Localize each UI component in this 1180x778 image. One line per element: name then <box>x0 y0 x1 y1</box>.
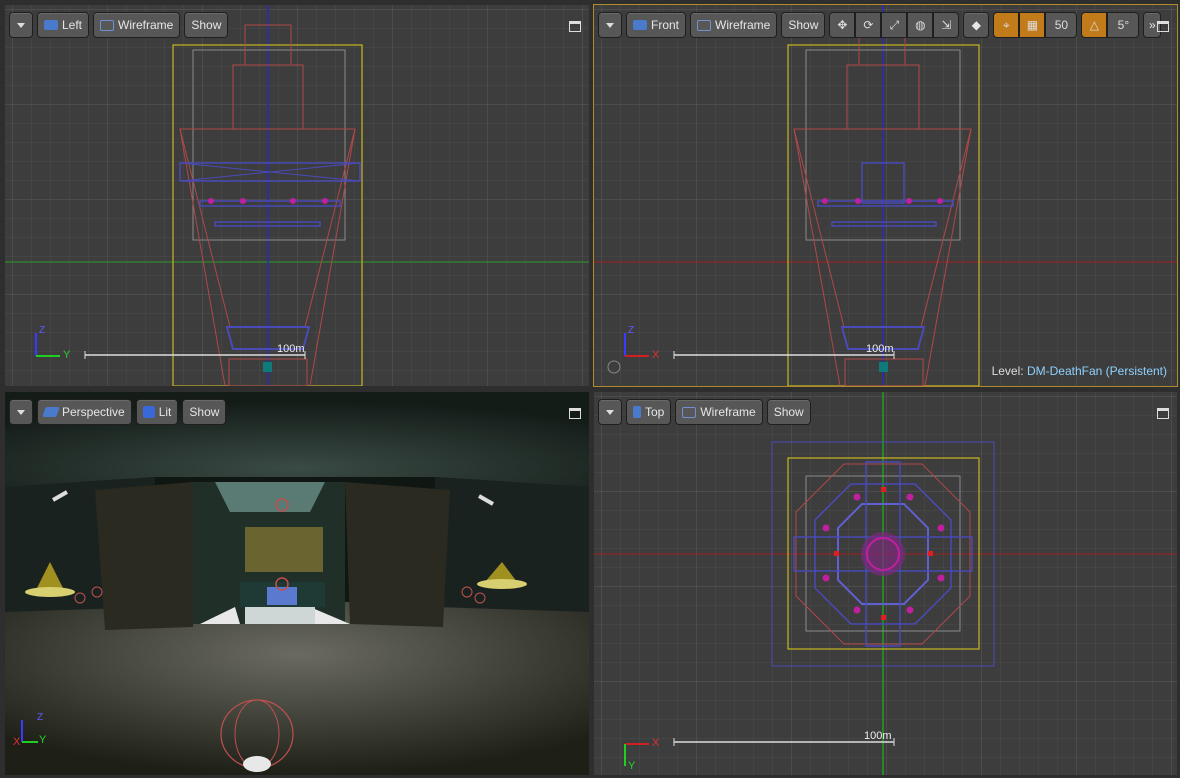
level-indicator: Level: DM-DeathFan (Persistent) <box>992 364 1167 378</box>
level-name: DM-DeathFan (Persistent) <box>1026 364 1167 378</box>
level-prefix: Level: <box>991 364 1024 378</box>
rotation-snap-group: △ 5° <box>1081 12 1140 38</box>
perspective-axis-x-label: X <box>13 736 21 748</box>
grid-snap-group: ⌖ ▦ 50 <box>993 12 1078 38</box>
front-view-mode-button[interactable]: Wireframe <box>690 12 778 38</box>
top-show-button[interactable]: Show <box>766 399 811 425</box>
top-show-label: Show <box>773 405 804 419</box>
front-show-label: Show <box>788 18 819 32</box>
top-view-mode-label: Wireframe <box>700 405 756 419</box>
rotation-snap-dropdown[interactable]: 5° <box>1107 12 1140 38</box>
front-wireframe-canvas[interactable] <box>594 5 1177 386</box>
left-view-mode-label: Wireframe <box>118 18 174 32</box>
scale-icon[interactable]: ⤢ <box>881 12 908 38</box>
maximize-icon[interactable] <box>1157 21 1169 32</box>
perspective-view-type-button[interactable]: Perspective <box>37 399 132 425</box>
left-view-type-button[interactable]: Left <box>37 12 90 38</box>
rotate-icon[interactable]: ⟳ <box>855 12 882 38</box>
chevron-down-icon <box>17 409 25 415</box>
viewport-perspective[interactable]: Z X Y Perspective Lit Show <box>5 392 589 775</box>
front-view-type-button[interactable]: Front <box>626 12 687 38</box>
rotation-snap-value: 5° <box>1117 18 1130 32</box>
top-scale-label: 100m <box>864 730 892 742</box>
perspective-show-label: Show <box>189 405 220 419</box>
viewport-top[interactable]: 100m X Y Top Wireframe Show <box>594 392 1177 775</box>
expand-icon[interactable]: ⇲ <box>933 12 960 38</box>
front-viewport-toolbar: Front Wireframe Show ✥ ⟳ ⤢ ◍ ⇲ ◆ ⌖ ▦ 50 … <box>598 11 1162 39</box>
left-scale-label: 100m <box>277 343 305 355</box>
top-viewport-toolbar: Top Wireframe Show <box>598 398 811 426</box>
chevron-down-icon <box>606 22 614 28</box>
maximize-icon[interactable] <box>569 408 581 419</box>
grid-size-value: 50 <box>1054 18 1069 32</box>
left-axis-y-label: Y <box>63 349 71 361</box>
perspective-view-mode-button[interactable]: Lit <box>135 399 179 425</box>
front-show-button[interactable]: Show <box>781 12 826 38</box>
left-viewport-toolbar: Left Wireframe Show <box>9 11 229 39</box>
left-show-label: Show <box>191 18 222 32</box>
chevron-down-icon <box>17 22 25 28</box>
wireframe-icon <box>100 19 115 31</box>
perspective-axis-z-label: Z <box>37 712 44 723</box>
perspective-viewport-toolbar: Perspective Lit Show <box>9 398 227 426</box>
wireframe-icon <box>697 19 712 31</box>
grid-size-dropdown[interactable]: 50 <box>1045 12 1078 38</box>
top-view-type-label: Top <box>645 405 665 419</box>
front-view-mode-label: Wireframe <box>715 18 771 32</box>
left-wireframe-canvas[interactable] <box>5 5 589 386</box>
maximize-icon[interactable] <box>569 21 581 32</box>
top-view-mode-button[interactable]: Wireframe <box>675 399 763 425</box>
world-icon[interactable]: ◍ <box>907 12 934 38</box>
camera-icon <box>633 406 641 418</box>
top-axis-y-label: Y <box>628 760 636 772</box>
translate-icon[interactable]: ✥ <box>829 12 856 38</box>
rotation-snap-icon[interactable]: △ <box>1081 12 1108 38</box>
grid-snap-toggle-icon[interactable]: ⌖ <box>993 12 1020 38</box>
left-axis-z-label: Z <box>39 325 46 336</box>
top-wireframe-canvas[interactable] <box>594 392 1177 775</box>
front-view-type-label: Front <box>651 18 680 32</box>
lit-cube-icon <box>142 406 155 418</box>
wireframe-icon <box>682 406 697 418</box>
top-viewport-menu-button[interactable] <box>598 399 622 425</box>
top-axis-x-label: X <box>652 737 660 749</box>
maximize-icon[interactable] <box>1157 408 1169 419</box>
viewport-front[interactable]: 100m Z X Front Wireframe Show ✥ ⟳ ⤢ ◍ ⇲ … <box>593 4 1178 387</box>
perspective-axis-y-label: Y <box>39 734 47 746</box>
perspective-show-button[interactable]: Show <box>182 399 227 425</box>
left-view-type-label: Left <box>62 18 83 32</box>
perspective-view-type-label: Perspective <box>62 405 125 419</box>
left-show-button[interactable]: Show <box>184 12 229 38</box>
front-axis-z-label: Z <box>628 325 635 336</box>
front-viewport-menu-button[interactable] <box>598 12 622 38</box>
camera-icon <box>633 20 647 30</box>
chevron-down-icon <box>606 409 614 415</box>
front-axis-x-label: X <box>652 349 660 361</box>
transform-tools-group: ✥ ⟳ ⤢ ◍ ⇲ <box>829 12 960 38</box>
perspective-scene-canvas[interactable] <box>5 392 589 775</box>
grid-icon[interactable]: ▦ <box>1019 12 1046 38</box>
perspective-icon <box>42 407 60 417</box>
top-view-type-button[interactable]: Top <box>626 399 672 425</box>
left-viewport-menu-button[interactable] <box>9 12 33 38</box>
left-view-mode-button[interactable]: Wireframe <box>93 12 181 38</box>
camera-icon <box>44 20 58 30</box>
perspective-viewport-menu-button[interactable] <box>9 399 33 425</box>
perspective-view-mode-label: Lit <box>158 405 172 419</box>
surface-snap-icon[interactable]: ◆ <box>963 12 990 38</box>
viewport-left[interactable]: 100m Z Y Left Wireframe Show <box>5 5 589 386</box>
front-scale-label: 100m <box>866 343 894 355</box>
